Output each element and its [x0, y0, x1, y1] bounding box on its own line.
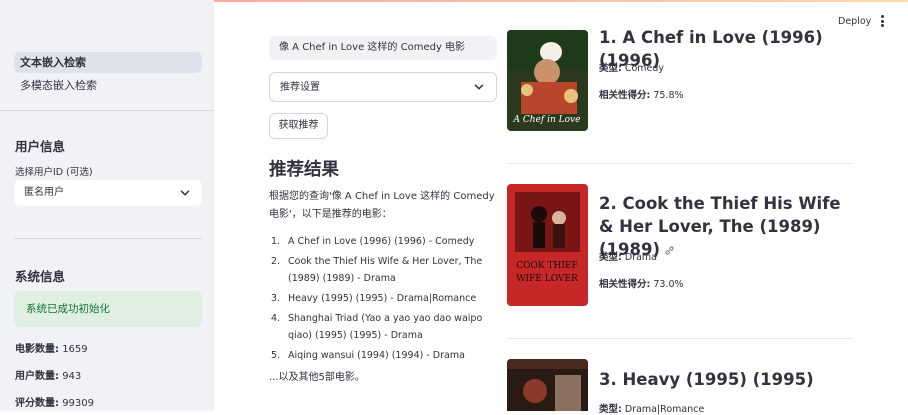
list-item: 4. Shanghai Triad (Yao a yao yao dao waip…: [271, 313, 483, 341]
movie-poster: COOK THIEF WIFE LOVER: [507, 184, 588, 306]
system-status-alert: 系统已成功初始化: [14, 291, 202, 327]
user-section-title: 用户信息: [15, 139, 66, 154]
kebab-menu-icon[interactable]: [879, 15, 885, 29]
movie-title: 3. Heavy (1995) (1995): [599, 370, 814, 389]
sidebar: 文本嵌入检索 多模态嵌入检索 用户信息 选择用户ID (可选) 匿名用户 系统信…: [0, 0, 214, 411]
result-divider: [507, 338, 853, 339]
user-select[interactable]: 匿名用户: [14, 180, 202, 206]
stat-movies: 电影数量: 1659: [15, 344, 88, 355]
stat-ratings: 评分数量: 99309: [15, 398, 94, 409]
deploy-button[interactable]: Deploy: [838, 16, 871, 27]
nav-multimodal-embedding[interactable]: 多模态嵌入检索: [14, 75, 202, 96]
more-results-note: ...以及其他5部电影。: [269, 372, 365, 383]
chevron-down-icon: [474, 84, 484, 90]
movie-poster: [507, 359, 588, 411]
svg-text:COOK THIEF: COOK THIEF: [516, 261, 577, 271]
chevron-down-icon: [180, 190, 190, 196]
movie-genre: 类型: Drama|Romance: [599, 404, 705, 415]
get-recommendations-button[interactable]: 获取推荐: [269, 113, 328, 139]
recommendation-list: 1. A Chef in Love (1996) (1996) - Comedy …: [269, 233, 497, 367]
result-divider: [507, 163, 853, 164]
svg-text:A Chef in Love: A Chef in Love: [513, 115, 581, 125]
list-item: 3. Heavy (1995) (1995) - Drama|Romance: [271, 293, 477, 304]
sidebar-divider: [14, 238, 202, 239]
movie-poster: A Chef in Love: [507, 30, 588, 131]
query-input[interactable]: 像 A Chef in Love 这样的 Comedy 电影: [269, 36, 497, 60]
movie-genre: 类型: Drama: [599, 252, 657, 263]
movie-score: 相关性得分: 75.8%: [599, 90, 684, 101]
list-item: 5. Aiqing wansui (1994) (1994) - Drama: [271, 350, 465, 361]
user-select-value: 匿名用户: [24, 187, 64, 198]
movie-genre: 类型: Comedy: [599, 63, 665, 74]
system-section-title: 系统信息: [15, 269, 66, 284]
nav-text-embedding[interactable]: 文本嵌入检索: [14, 52, 202, 73]
svg-text:WIFE LOVER: WIFE LOVER: [516, 274, 578, 284]
results-summary: 根据您的查询'像 A Chef in Love 这样的 Comedy 电影'，以…: [269, 191, 495, 220]
user-select-label: 选择用户ID (可选): [15, 167, 93, 178]
list-item: 1. A Chef in Love (1996) (1996) - Comedy: [271, 236, 475, 247]
stat-users: 用户数量: 943: [15, 371, 82, 382]
link-icon[interactable]: [664, 245, 675, 256]
sidebar-divider: [0, 110, 214, 111]
settings-label: 推荐设置: [280, 82, 320, 93]
list-item: 2. Cook the Thief His Wife & Her Lover, T…: [271, 256, 483, 284]
results-heading: 推荐结果: [269, 160, 339, 180]
settings-expander[interactable]: 推荐设置: [269, 72, 497, 102]
movie-score: 相关性得分: 73.0%: [599, 279, 684, 290]
